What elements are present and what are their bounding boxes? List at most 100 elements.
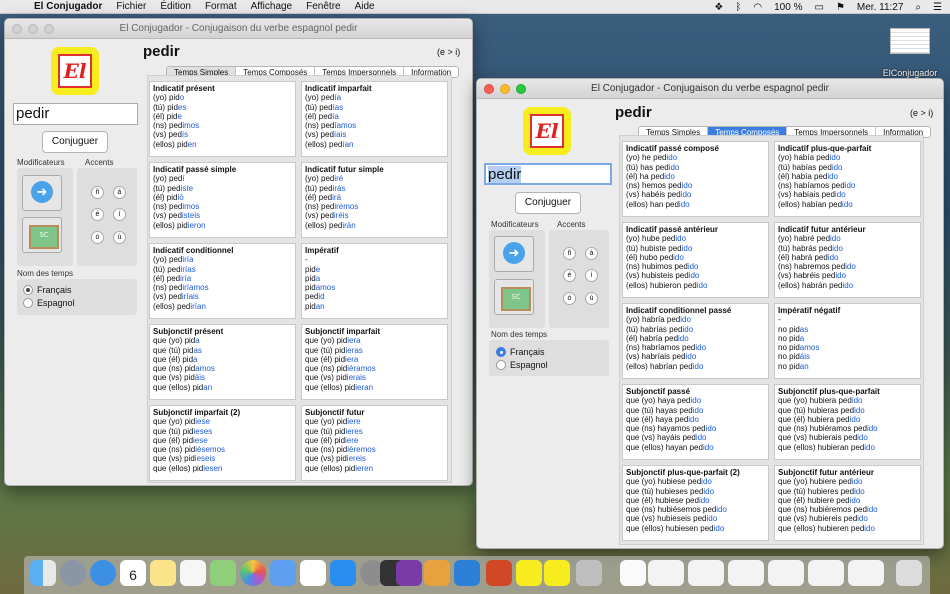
photos-icon[interactable] bbox=[240, 560, 266, 586]
radio-espagnol-dot[interactable] bbox=[23, 298, 33, 308]
board-modifier-button[interactable] bbox=[494, 279, 534, 315]
accent-u[interactable]: ú bbox=[585, 292, 598, 305]
music-icon[interactable] bbox=[300, 560, 326, 586]
search-icon[interactable]: ⌕ bbox=[915, 2, 921, 13]
conjugation-stem: no pid bbox=[778, 361, 800, 371]
messages-icon[interactable] bbox=[270, 560, 296, 586]
minimized-window-4[interactable] bbox=[768, 560, 804, 586]
accent-n-tilde[interactable]: ñ bbox=[563, 247, 576, 260]
menu-affichage[interactable]: Affichage bbox=[251, 1, 293, 12]
close-icon[interactable] bbox=[484, 84, 494, 94]
minimize-icon[interactable] bbox=[28, 24, 38, 34]
xcode-icon[interactable] bbox=[454, 560, 480, 586]
document-icon-1[interactable] bbox=[620, 560, 646, 586]
dropbox-icon[interactable]: ❖ bbox=[714, 2, 723, 13]
conjuguer-button[interactable]: Conjuguer bbox=[42, 131, 108, 153]
screenshot-tool-icon[interactable] bbox=[576, 560, 602, 586]
zoom-icon[interactable] bbox=[516, 84, 526, 94]
conjugation-ending: ido bbox=[698, 495, 710, 505]
conjugation-ending: ieres bbox=[345, 426, 363, 436]
verb-input[interactable]: pedir bbox=[484, 163, 612, 185]
accent-n-tilde[interactable]: ñ bbox=[91, 186, 104, 199]
maps-icon[interactable] bbox=[210, 560, 236, 586]
launchpad-icon[interactable] bbox=[60, 560, 86, 586]
calendar-icon[interactable]: 6 bbox=[120, 560, 146, 586]
window-titlebar[interactable]: El Conjugador - Conjugaison du verbe esp… bbox=[5, 19, 472, 39]
accent-o[interactable]: ó bbox=[91, 231, 104, 244]
conjugation-stem: que (él) haya ped bbox=[626, 414, 689, 424]
minimized-window-5[interactable] bbox=[808, 560, 844, 586]
conjugation-stem: (ns) ped bbox=[153, 283, 183, 293]
conjugation-stem: que (vs) hubieseis ped bbox=[626, 514, 707, 524]
notes-icon[interactable] bbox=[150, 560, 176, 586]
accent-e[interactable]: é bbox=[563, 269, 576, 282]
minimize-icon[interactable] bbox=[500, 84, 510, 94]
menu-list-icon[interactable]: ☰ bbox=[933, 2, 942, 13]
menu-fenetre[interactable]: Fenêtre bbox=[306, 1, 340, 12]
radio-espagnol-dot[interactable] bbox=[496, 360, 506, 370]
menu-app-name[interactable]: El Conjugador bbox=[34, 1, 102, 12]
radio-espagnol[interactable]: Espagnol bbox=[496, 360, 548, 370]
app-store-icon[interactable] bbox=[330, 560, 356, 586]
menu-fichier[interactable]: Fichier bbox=[116, 1, 146, 12]
minimized-window-3[interactable] bbox=[728, 560, 764, 586]
conjugation-line: que (ellos) pidieren bbox=[305, 464, 444, 473]
conjugation-ending: ido bbox=[851, 477, 863, 487]
radio-francais-dot[interactable] bbox=[23, 285, 33, 295]
wifi-icon[interactable]: ◠ bbox=[753, 2, 762, 13]
reminders-icon[interactable] bbox=[180, 560, 206, 586]
conjugation-ending: ido bbox=[849, 495, 861, 505]
onenote-icon[interactable] bbox=[396, 560, 422, 586]
conjugation-line: (ns) pedimos bbox=[153, 121, 292, 130]
desktop-file-icon[interactable]: ElConjugador bbox=[880, 28, 940, 78]
conjugation-ending: irías bbox=[180, 264, 196, 274]
radio-espagnol[interactable]: Espagnol bbox=[23, 298, 75, 308]
accent-a[interactable]: á bbox=[585, 247, 598, 260]
accent-o[interactable]: ó bbox=[563, 292, 576, 305]
battery-icon[interactable]: ▭ bbox=[814, 2, 823, 13]
verb-input[interactable]: pedir bbox=[13, 103, 138, 125]
arrow-modifier-button[interactable] bbox=[494, 236, 534, 272]
menu-bar: El Conjugador Fichier Édition Format Aff… bbox=[0, 0, 950, 14]
window-title: El Conjugador - Conjugaison du verbe esp… bbox=[591, 83, 829, 94]
minimized-window-6[interactable] bbox=[848, 560, 884, 586]
finder-icon[interactable] bbox=[30, 560, 56, 586]
conjugador-dock-icon-2[interactable] bbox=[544, 560, 570, 586]
conjugation-ending: ido bbox=[844, 181, 856, 191]
minimized-window-2[interactable] bbox=[688, 560, 724, 586]
close-icon[interactable] bbox=[12, 24, 22, 34]
accent-u[interactable]: ú bbox=[113, 231, 126, 244]
conjugador-dock-icon-1[interactable] bbox=[516, 560, 542, 586]
flask-icon[interactable] bbox=[424, 560, 450, 586]
menu-aide[interactable]: Aide bbox=[355, 1, 375, 12]
radio-francais[interactable]: Français bbox=[23, 285, 72, 295]
arrow-modifier-button[interactable] bbox=[22, 175, 62, 211]
radio-francais[interactable]: Français bbox=[496, 347, 545, 357]
accent-a[interactable]: á bbox=[113, 186, 126, 199]
conjugation-line: (él) pedirá bbox=[305, 193, 444, 202]
tense-title: Subjonctif plus-que-parfait (2) bbox=[626, 468, 740, 477]
menu-format[interactable]: Format bbox=[205, 1, 237, 12]
conjuguer-button[interactable]: Conjuguer bbox=[515, 192, 581, 214]
powerpoint-icon[interactable] bbox=[486, 560, 512, 586]
window-titlebar[interactable]: El Conjugador - Conjugaison du verbe esp… bbox=[477, 79, 943, 99]
accent-i[interactable]: í bbox=[585, 269, 598, 282]
radio-francais-dot[interactable] bbox=[496, 347, 506, 357]
accent-e[interactable]: é bbox=[91, 208, 104, 221]
conjugation-stem: no pid bbox=[778, 324, 800, 334]
board-modifier-button[interactable] bbox=[22, 217, 62, 253]
accent-i[interactable]: í bbox=[113, 208, 126, 221]
trash-icon[interactable] bbox=[896, 560, 922, 586]
conjugation-line: pidan bbox=[305, 302, 444, 311]
logo-mark: El bbox=[530, 114, 564, 148]
minimized-window-1[interactable] bbox=[648, 560, 684, 586]
conjugation-box: Indicatif conditionnel (yo) pediría (tú) p… bbox=[149, 243, 296, 319]
menu-edition[interactable]: Édition bbox=[160, 1, 191, 12]
conjugation-ending: an bbox=[203, 382, 213, 392]
clock[interactable]: Mer. 11:27 bbox=[857, 2, 904, 13]
battery-percent[interactable]: 100 % bbox=[774, 2, 802, 13]
zoom-icon[interactable] bbox=[44, 24, 54, 34]
bluetooth-icon[interactable]: ᛒ bbox=[735, 2, 741, 13]
safari-icon[interactable] bbox=[90, 560, 116, 586]
flag-icon[interactable]: ⚑ bbox=[836, 2, 845, 13]
